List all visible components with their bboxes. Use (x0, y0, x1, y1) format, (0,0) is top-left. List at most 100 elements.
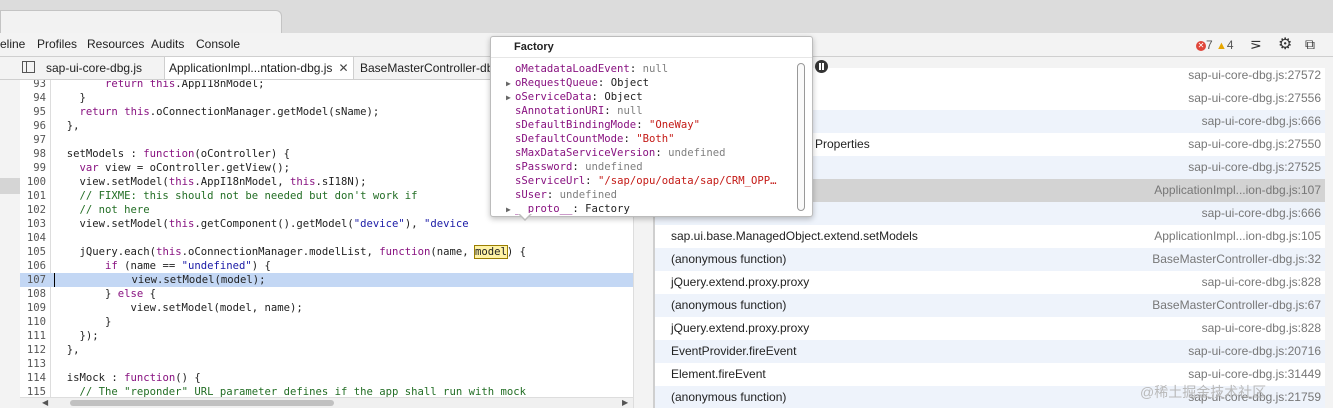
line-number[interactable]: 112 (20, 343, 46, 357)
file-tab-label: BaseMasterController-dbg (360, 61, 501, 75)
line-number[interactable]: 114 (20, 371, 46, 385)
code-line: 113 (20, 357, 633, 371)
file-tab-base-master-controller[interactable]: BaseMasterController-dbg (356, 57, 504, 79)
code-line: 103 view.setModel(this.getComponent().ge… (20, 217, 633, 231)
editor-horizontal-scrollbar[interactable]: ◀ ▶ (20, 397, 633, 408)
line-number[interactable]: 105 (20, 245, 46, 259)
frame-function-name: jQuery.extend.proxy.proxy (671, 321, 810, 335)
popover-title: Factory (514, 41, 554, 53)
frame-location-link[interactable]: BaseMasterController-dbg.js:67 (1152, 294, 1321, 317)
frame-function-name: Element.fireEvent (671, 367, 766, 381)
property-value: "OneWay" (648, 119, 700, 131)
frame-location-link[interactable]: sap-ui-core-dbg.js:27572 (1188, 68, 1321, 87)
file-tab-application-impl[interactable]: ApplicationImpl...ntation-dbg.js ✕ (164, 57, 354, 79)
close-icon[interactable]: ✕ (338, 61, 348, 75)
property-row[interactable]: ▶ oServiceData: Object (506, 90, 643, 104)
code-line: 110 } (20, 315, 633, 329)
line-number[interactable]: 107 (20, 273, 46, 287)
frame-function-name: (anonymous function) (671, 252, 787, 266)
navigator-selected-marker (0, 178, 20, 194)
warning-icon: ▲ (1216, 39, 1227, 52)
frame-function-name: (anonymous function) (671, 390, 787, 404)
frame-location-link[interactable]: sap-ui-core-dbg.js:828 (1202, 271, 1321, 294)
call-stack-frame[interactable]: jQuery.extend.proxy.proxy sap-ui-core-dbg… (655, 271, 1333, 294)
line-code: isMock : function() { (54, 372, 201, 384)
sidebar-scrollbar[interactable] (1325, 57, 1333, 408)
call-stack-frame[interactable]: (anonymous function) BaseMasterController… (655, 294, 1333, 317)
panel-tab-console[interactable]: Console (196, 37, 240, 51)
code-line: 112 }, (20, 343, 633, 357)
frame-location-link[interactable]: ApplicationImpl...ion-dbg.js:107 (1154, 179, 1321, 202)
line-number[interactable]: 93 (20, 80, 46, 91)
scrollbar-thumb[interactable] (70, 400, 334, 406)
line-number[interactable]: 97 (20, 133, 46, 147)
frame-location-link[interactable]: sap-ui-core-dbg.js:20716 (1188, 340, 1321, 363)
line-number[interactable]: 100 (20, 175, 46, 189)
panel-tab-profiles[interactable]: Profiles (37, 37, 77, 51)
browser-tab[interactable] (0, 10, 282, 33)
frame-location-link[interactable]: ApplicationImpl...ion-dbg.js:105 (1154, 225, 1321, 248)
property-row: sAnnotationURI: null (515, 105, 643, 117)
line-number[interactable]: 111 (20, 329, 46, 343)
frame-location-link[interactable]: sap-ui-core-dbg.js:828 (1202, 317, 1321, 340)
frame-location-link[interactable]: sap-ui-core-dbg.js:666 (1202, 202, 1321, 225)
panel-tab-timeline[interactable]: eline (0, 37, 25, 51)
line-number[interactable]: 104 (20, 231, 46, 245)
file-tab-sap-ui-core[interactable]: sap-ui-core-dbg.js (42, 57, 146, 79)
line-number[interactable]: 95 (20, 105, 46, 119)
line-code: return this.oConnectionManager.getModel(… (79, 106, 380, 118)
property-value: Object (610, 77, 649, 89)
line-number[interactable]: 98 (20, 147, 46, 161)
scroll-left-icon[interactable]: ◀ (42, 398, 48, 407)
frame-location-link[interactable]: sap-ui-core-dbg.js:27550 (1188, 133, 1321, 156)
line-number[interactable]: 103 (20, 217, 46, 231)
line-code: return this.AppI18nModel; (105, 80, 265, 90)
line-number[interactable]: 109 (20, 301, 46, 315)
expand-triangle-icon[interactable]: ▶ (506, 77, 515, 90)
line-code: view.setModel(model); (54, 273, 266, 287)
frame-location-link[interactable]: sap-ui-core-dbg.js:27556 (1188, 87, 1321, 110)
frame-location-link[interactable]: BaseMasterController-dbg.js:32 (1152, 248, 1321, 271)
frame-location-link[interactable]: sap-ui-core-dbg.js:27525 (1188, 156, 1321, 179)
popover-scrollbar[interactable] (797, 63, 805, 211)
expand-triangle-icon[interactable]: ▶ (506, 203, 515, 216)
line-number[interactable]: 115 (20, 385, 46, 397)
console-drawer-icon[interactable]: ⋝ (1250, 36, 1262, 53)
call-stack-frame[interactable]: EventProvider.fireEvent sap-ui-core-dbg.j… (655, 340, 1333, 363)
line-code: } (54, 316, 112, 328)
line-code: }, (54, 344, 80, 356)
sidebar-toggle-icon[interactable] (22, 61, 35, 73)
error-warning-counter[interactable]: ✕ 7 ▲4 (1196, 38, 1234, 52)
browser-chrome (0, 0, 1333, 33)
property-row: sDefaultCountMode: "Both" (515, 133, 675, 145)
gear-icon[interactable]: ⚙ (1278, 34, 1292, 54)
property-name: sDefaultBindingMode (515, 119, 637, 131)
expand-triangle-icon[interactable]: ▶ (506, 91, 515, 104)
property-row: sServiceUrl: "/sap/opu/odata/sap/CRM_OPP… (515, 175, 777, 187)
panel-tab-resources[interactable]: Resources (87, 37, 144, 51)
scroll-right-icon[interactable]: ▶ (622, 398, 628, 407)
line-number[interactable]: 108 (20, 287, 46, 301)
frame-location-link[interactable]: sap-ui-core-dbg.js:666 (1202, 110, 1321, 133)
property-value: undefined (668, 147, 726, 159)
line-number[interactable]: 101 (20, 189, 46, 203)
call-stack-frame[interactable]: jQuery.extend.proxy.proxy sap-ui-core-dbg… (655, 317, 1333, 340)
property-row[interactable]: ▶ oRequestQueue: Object (506, 76, 649, 90)
line-code: view.setModel(model, name); (54, 302, 303, 314)
dock-icon[interactable]: ⧉ (1305, 36, 1315, 53)
line-number[interactable]: 110 (20, 315, 46, 329)
frame-function-name: (anonymous function) (671, 298, 787, 312)
line-number[interactable]: 113 (20, 357, 46, 371)
line-number[interactable]: 106 (20, 259, 46, 273)
line-number[interactable]: 94 (20, 91, 46, 105)
panel-tab-audits[interactable]: Audits (151, 37, 184, 51)
call-stack-frame[interactable]: (anonymous function) BaseMasterController… (655, 248, 1333, 271)
line-number[interactable]: 99 (20, 161, 46, 175)
line-number[interactable]: 102 (20, 203, 46, 217)
property-name: oRequestQueue (515, 77, 598, 89)
call-stack-frame[interactable]: sap.ui.base.ManagedObject.extend.setMode… (655, 225, 1333, 248)
property-name: sDefaultCountMode (515, 133, 624, 145)
property-name: sAnnotationURI (515, 105, 605, 117)
line-code: var view = oController.getView(); (79, 162, 290, 174)
line-number[interactable]: 96 (20, 119, 46, 133)
